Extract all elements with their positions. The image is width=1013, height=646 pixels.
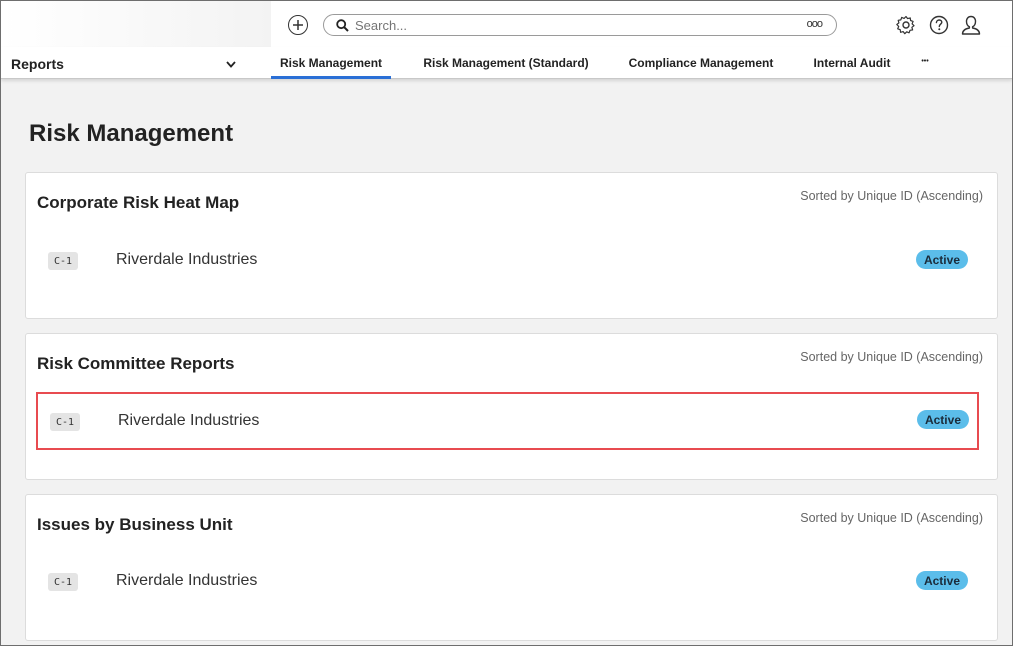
help-button[interactable] bbox=[927, 13, 951, 37]
user-menu-button[interactable] bbox=[959, 13, 983, 37]
reports-dropdown[interactable]: Reports bbox=[11, 53, 236, 75]
list-item[interactable]: C-1 Riverdale Industries Active bbox=[36, 555, 978, 607]
status-badge: Active bbox=[916, 410, 969, 429]
report-card-corporate-risk-heat-map: Corporate Risk Heat Map Sorted by Unique… bbox=[25, 172, 998, 319]
reports-dropdown-label: Reports bbox=[11, 56, 64, 72]
tab-more-button[interactable]: ••• bbox=[913, 47, 937, 79]
list-item-highlighted[interactable]: C-1 Riverdale Industries Active bbox=[36, 392, 979, 450]
search-box[interactable]: ooo bbox=[323, 14, 837, 36]
card-title[interactable]: Risk Committee Reports bbox=[37, 354, 234, 374]
report-card-risk-committee-reports: Risk Committee Reports Sorted by Unique … bbox=[25, 333, 998, 480]
card-sort-label: Sorted by Unique ID (Ascending) bbox=[800, 350, 983, 364]
tab-risk-management-standard[interactable]: Risk Management (Standard) bbox=[415, 47, 597, 79]
card-sort-label: Sorted by Unique ID (Ascending) bbox=[800, 511, 983, 525]
chevron-down-icon bbox=[226, 60, 236, 68]
record-name: Riverdale Industries bbox=[116, 251, 258, 268]
tab-compliance-management[interactable]: Compliance Management bbox=[620, 47, 782, 79]
status-badge: Active bbox=[915, 250, 968, 269]
search-input[interactable] bbox=[355, 17, 735, 33]
unique-id-badge: C-1 bbox=[48, 252, 78, 270]
unique-id-badge: C-1 bbox=[50, 413, 80, 431]
card-title[interactable]: Corporate Risk Heat Map bbox=[37, 193, 239, 213]
list-item[interactable]: C-1 Riverdale Industries Active bbox=[36, 234, 978, 286]
status-badge: Active bbox=[915, 571, 968, 590]
record-name: Riverdale Industries bbox=[116, 572, 258, 589]
card-sort-label: Sorted by Unique ID (Ascending) bbox=[800, 189, 983, 203]
tab-internal-audit[interactable]: Internal Audit bbox=[805, 47, 899, 79]
help-icon bbox=[929, 15, 949, 35]
app-frame: ooo Reports bbox=[0, 0, 1013, 646]
top-bar-shade bbox=[1, 1, 271, 47]
search-more-button[interactable]: ooo bbox=[807, 18, 823, 30]
record-name: Riverdale Industries bbox=[118, 412, 260, 429]
search-icon bbox=[336, 18, 349, 32]
tab-label: Compliance Management bbox=[628, 56, 774, 70]
report-nav: Reports Risk Management Risk Management … bbox=[1, 47, 1012, 79]
top-bar: ooo bbox=[1, 1, 1012, 47]
add-button[interactable] bbox=[288, 15, 308, 35]
report-card-issues-by-business-unit: Issues by Business Unit Sorted by Unique… bbox=[25, 494, 998, 641]
tab-risk-management[interactable]: Risk Management bbox=[271, 47, 391, 79]
settings-button[interactable] bbox=[894, 13, 918, 37]
add-icon bbox=[293, 20, 303, 30]
page-title: Risk Management bbox=[29, 120, 234, 147]
unique-id-badge: C-1 bbox=[48, 573, 78, 591]
tab-label: Risk Management bbox=[279, 56, 383, 70]
more-icon: ••• bbox=[921, 58, 929, 65]
user-icon bbox=[961, 15, 981, 35]
tab-label: Internal Audit bbox=[813, 56, 891, 70]
card-title[interactable]: Issues by Business Unit bbox=[37, 515, 233, 535]
tab-label: Risk Management (Standard) bbox=[423, 56, 589, 70]
gear-icon bbox=[896, 15, 915, 35]
